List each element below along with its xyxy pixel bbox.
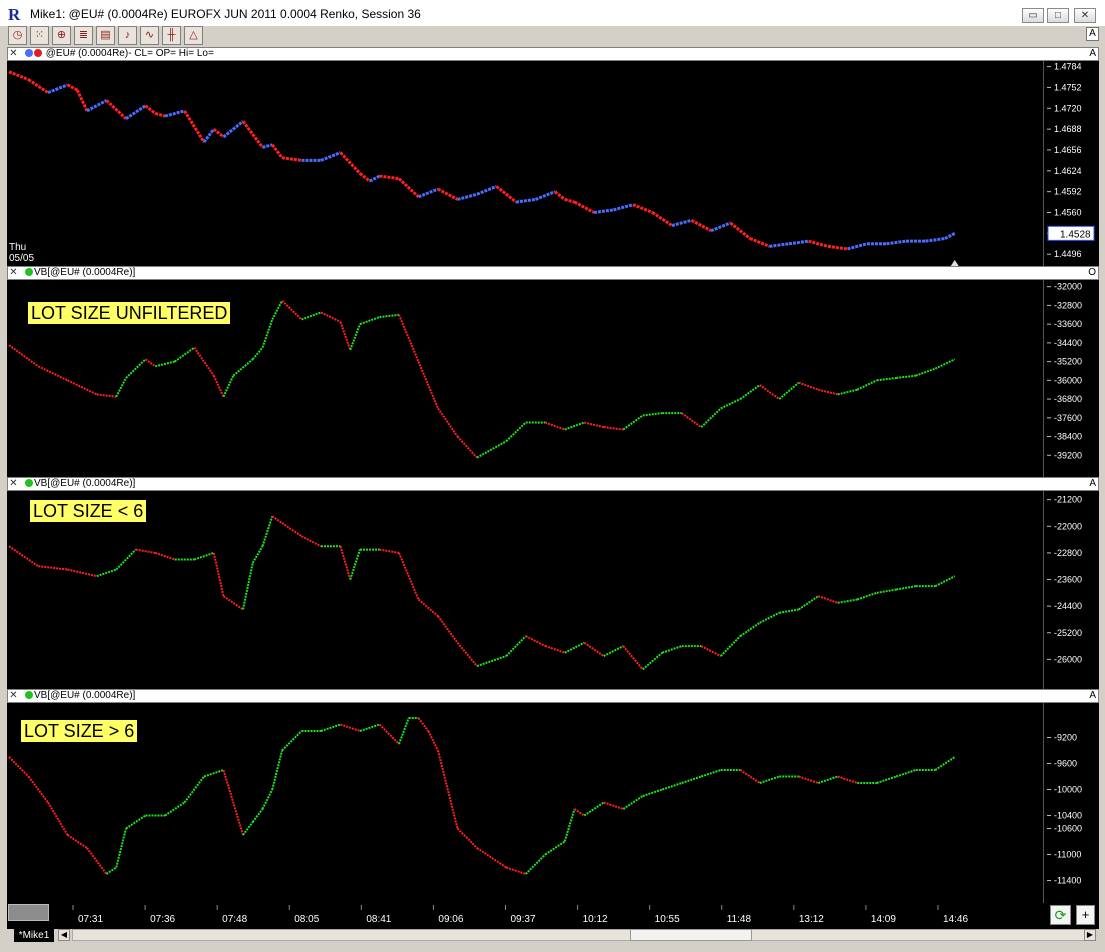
toolbar-button-lines[interactable]: ╫ xyxy=(162,26,181,45)
unfiltered-axis[interactable] xyxy=(1043,280,1092,477)
close-pane-icon[interactable]: ✕ xyxy=(8,48,19,60)
pane-label-large-lots: LOT SIZE > 6 xyxy=(21,720,138,742)
pane-header-unfiltered[interactable]: ✕ VB[@EU# (0.0004Re)] O xyxy=(7,266,1099,280)
toolbar-button-triangle[interactable]: △ xyxy=(184,26,203,45)
day-label: Thu xyxy=(9,242,27,253)
pane-corner-flag[interactable]: O xyxy=(1088,267,1096,279)
plus-icon: + xyxy=(1081,907,1090,922)
horizontal-scrollbar[interactable] xyxy=(72,929,1092,941)
arrow-right-icon: ▶ xyxy=(1086,930,1094,939)
pane-title: VB[@EU# (0.0004Re)] xyxy=(34,267,136,278)
small-lots-pane[interactable] xyxy=(7,491,1099,689)
triangle-icon: △ xyxy=(189,29,198,41)
refresh-button[interactable]: ⟳ xyxy=(1050,905,1071,925)
price-axis[interactable] xyxy=(1043,61,1092,266)
large-lots-axis[interactable] xyxy=(1043,703,1092,903)
status-dot-icon xyxy=(25,49,33,57)
price-pane[interactable] xyxy=(7,61,1099,266)
time-axis[interactable] xyxy=(7,903,1099,929)
status-dot-icon xyxy=(25,479,33,487)
date-label: Thu 05/05 xyxy=(9,242,34,264)
corner-flag[interactable]: A xyxy=(1086,27,1099,41)
dots-icon: ⁙ xyxy=(34,29,45,41)
close-pane-icon[interactable]: ✕ xyxy=(8,690,19,702)
scroll-left-button[interactable]: ◀ xyxy=(58,929,70,941)
maximize-button[interactable]: □ xyxy=(1047,8,1069,23)
minimize-button[interactable]: ▭ xyxy=(1022,8,1044,23)
pane-corner-flag[interactable]: A xyxy=(1089,48,1096,60)
toolbar-button-chart[interactable]: ▤ xyxy=(96,26,115,45)
pane-corner-flag[interactable]: A xyxy=(1089,478,1096,490)
arrow-left-icon: ◀ xyxy=(60,930,68,939)
time-scroll-thumb[interactable] xyxy=(8,904,49,921)
scroll-right-button[interactable]: ▶ xyxy=(1084,929,1096,941)
window-title: Mike1: @EU# (0.0004Re) EUROFX JUN 2011 0… xyxy=(30,7,421,21)
line-icon: ∿ xyxy=(144,29,155,41)
toolbar-button-line[interactable]: ∿ xyxy=(140,26,159,45)
date-value: 05/05 xyxy=(9,253,35,264)
toolbar-button-zoom[interactable]: ⊕ xyxy=(52,26,71,45)
close-pane-icon[interactable]: ✕ xyxy=(8,478,19,490)
pane-header-large-lots[interactable]: ✕ VB[@EU# (0.0004Re)] A xyxy=(7,689,1099,703)
close-button[interactable]: ✕ xyxy=(1074,8,1096,23)
add-pane-button[interactable]: + xyxy=(1076,905,1095,925)
bars-icon: ≣ xyxy=(78,29,89,41)
tab-mike1[interactable]: *Mike1 xyxy=(14,929,54,942)
pane-title: VB[@EU# (0.0004Re)] xyxy=(34,690,136,701)
pane-label-small-lots: LOT SIZE < 6 xyxy=(30,500,147,522)
lines-icon: ╫ xyxy=(167,29,176,41)
pane-header-small-lots[interactable]: ✕ VB[@EU# (0.0004Re)] A xyxy=(7,477,1099,491)
large-lots-pane[interactable] xyxy=(7,703,1099,903)
pane-header-price[interactable]: ✕ @EU# (0.0004Re)- CL= OP= Hi= Lo= A xyxy=(7,47,1099,61)
chart-icon: ▤ xyxy=(100,29,111,41)
toolbar-button-dots[interactable]: ⁙ xyxy=(30,26,49,45)
toolbar-button-bars[interactable]: ≣ xyxy=(74,26,93,45)
status-dot-icon xyxy=(25,268,33,276)
pane-title: @EU# (0.0004Re)- CL= OP= Hi= Lo= xyxy=(45,48,214,59)
small-lots-axis[interactable] xyxy=(1043,491,1092,689)
clock-icon: ◷ xyxy=(12,29,23,41)
refresh-icon: ⟳ xyxy=(1054,907,1067,923)
toolbar-button-bell[interactable]: ♪ xyxy=(118,26,137,45)
toolbar-button-clock[interactable]: ◷ xyxy=(8,26,27,45)
zoom-icon: ⊕ xyxy=(56,29,67,41)
close-pane-icon[interactable]: ✕ xyxy=(8,267,19,279)
app-logo: R xyxy=(8,5,21,24)
pane-corner-flag[interactable]: A xyxy=(1089,690,1096,702)
horizontal-scroll-thumb[interactable] xyxy=(630,929,752,941)
pane-title: VB[@EU# (0.0004Re)] xyxy=(34,478,136,489)
pane-label-unfiltered: LOT SIZE UNFILTERED xyxy=(28,302,231,324)
status-dot-icon xyxy=(25,691,33,699)
bell-icon: ♪ xyxy=(124,29,131,41)
status-dot-icon xyxy=(34,49,42,57)
